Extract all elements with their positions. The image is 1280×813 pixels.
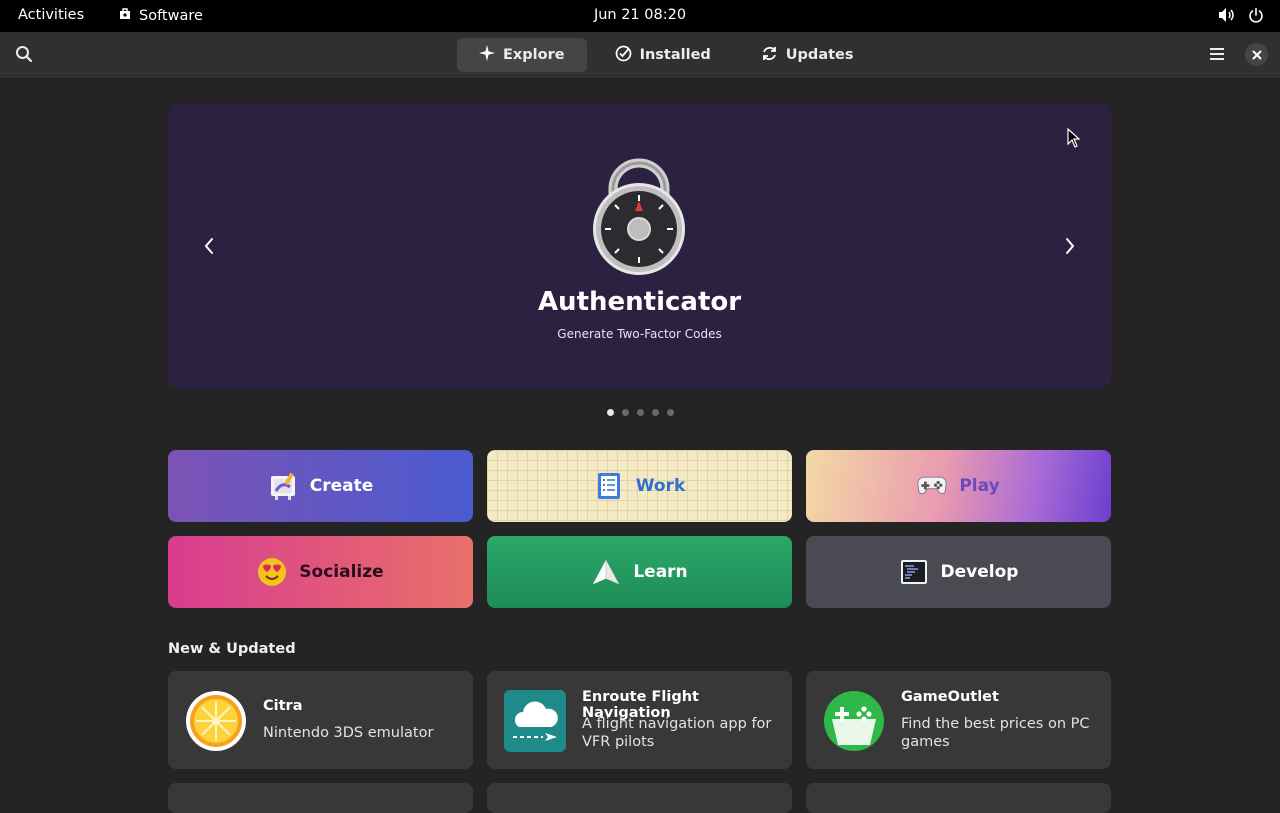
gameoutlet-icon bbox=[822, 689, 886, 753]
app-description: Nintendo 3DS emulator bbox=[263, 725, 434, 741]
paper-plane-icon bbox=[591, 557, 621, 587]
chevron-right-icon[interactable] bbox=[1055, 231, 1085, 261]
app-tile-enroute[interactable]: Enroute Flight Navigation A flight navig… bbox=[487, 671, 792, 769]
category-label: Socialize bbox=[299, 562, 384, 582]
authenticator-lock-icon bbox=[591, 155, 687, 279]
app-tile[interactable] bbox=[168, 783, 473, 813]
category-label: Play bbox=[959, 476, 1000, 496]
header-bar: Explore Installed Updates bbox=[0, 32, 1280, 79]
category-develop[interactable]: Develop bbox=[806, 536, 1111, 608]
category-label: Create bbox=[309, 476, 374, 496]
refresh-icon bbox=[761, 45, 778, 66]
view-switcher: Explore Installed Updates bbox=[457, 38, 876, 72]
citra-icon bbox=[184, 689, 248, 753]
app-name: GameOutlet bbox=[901, 689, 999, 705]
checklist-icon bbox=[594, 471, 624, 501]
software-bag-icon bbox=[118, 7, 132, 25]
check-circle-icon bbox=[615, 45, 632, 66]
app-menu[interactable]: Software bbox=[118, 7, 203, 25]
category-learn[interactable]: Learn bbox=[487, 536, 792, 608]
tab-explore[interactable]: Explore bbox=[457, 38, 587, 72]
app-name-label: Software bbox=[139, 8, 203, 24]
power-icon[interactable] bbox=[1248, 7, 1264, 27]
chevron-left-icon[interactable] bbox=[194, 231, 224, 261]
heart-eyes-emoji-icon bbox=[257, 557, 287, 587]
close-icon[interactable] bbox=[1245, 43, 1268, 66]
category-play[interactable]: Play bbox=[806, 450, 1111, 522]
activities-button[interactable]: Activities bbox=[18, 7, 84, 23]
app-description: A flight navigation app for VFR pilots bbox=[582, 716, 772, 750]
tab-installed[interactable]: Installed bbox=[593, 38, 733, 72]
tab-label: Explore bbox=[503, 47, 565, 63]
category-label: Work bbox=[635, 476, 686, 496]
app-tile-citra[interactable]: Citra Nintendo 3DS emulator bbox=[168, 671, 473, 769]
carousel-subtitle: Generate Two-Factor Codes bbox=[557, 327, 722, 341]
top-bar: Activities Software Jun 21 08:20 bbox=[0, 0, 1280, 32]
paint-canvas-icon bbox=[268, 471, 298, 501]
enroute-icon bbox=[503, 689, 567, 753]
carousel-title: Authenticator bbox=[537, 287, 742, 317]
menu-icon[interactable] bbox=[1205, 42, 1229, 66]
tab-label: Installed bbox=[639, 47, 711, 63]
terminal-icon bbox=[899, 557, 929, 587]
carousel-dot[interactable] bbox=[652, 409, 659, 416]
category-label: Develop bbox=[940, 562, 1019, 582]
gamepad-icon bbox=[917, 471, 947, 501]
tab-label: Updates bbox=[785, 47, 854, 63]
carousel-dot[interactable] bbox=[637, 409, 644, 416]
carousel-dot[interactable] bbox=[667, 409, 674, 416]
tab-updates[interactable]: Updates bbox=[739, 38, 876, 72]
category-work[interactable]: Work bbox=[487, 450, 792, 522]
app-tile[interactable] bbox=[487, 783, 792, 813]
featured-carousel[interactable]: Authenticator Generate Two-Factor Codes bbox=[168, 103, 1111, 389]
carousel-indicator bbox=[607, 409, 674, 416]
app-tile[interactable] bbox=[806, 783, 1111, 813]
carousel-dot[interactable] bbox=[607, 409, 614, 416]
volume-icon[interactable] bbox=[1218, 7, 1236, 27]
app-tile-gameoutlet[interactable]: GameOutlet Find the best prices on PC ga… bbox=[806, 671, 1111, 769]
category-socialize[interactable]: Socialize bbox=[168, 536, 473, 608]
mouse-pointer-icon bbox=[1067, 127, 1081, 148]
category-label: Learn bbox=[633, 562, 688, 582]
app-description: Find the best prices on PC games bbox=[901, 716, 1090, 750]
app-name: Citra bbox=[263, 698, 303, 714]
carousel-dot[interactable] bbox=[622, 409, 629, 416]
sparkle-icon bbox=[479, 45, 495, 65]
category-create[interactable]: Create bbox=[168, 450, 473, 522]
clock-button[interactable]: Jun 21 08:20 bbox=[594, 7, 686, 23]
search-icon[interactable] bbox=[12, 42, 36, 66]
section-title: New & Updated bbox=[168, 641, 296, 657]
